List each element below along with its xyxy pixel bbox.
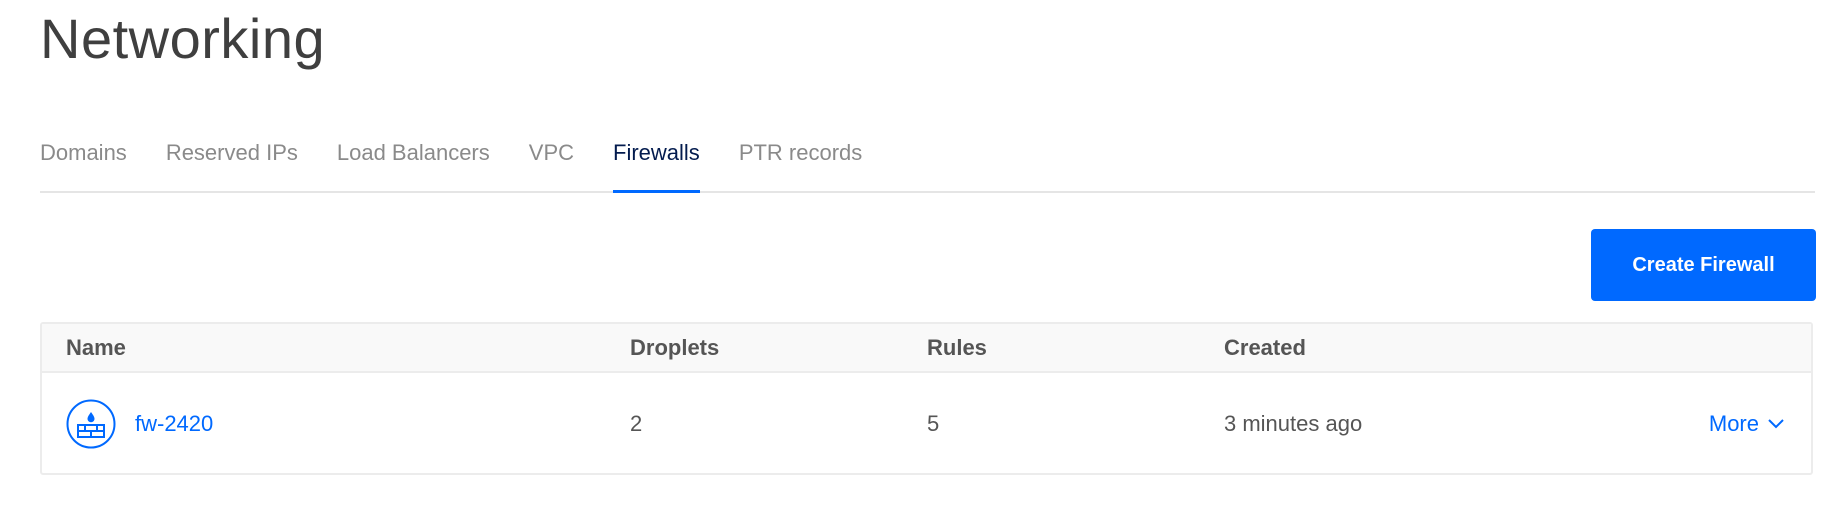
more-label: More bbox=[1708, 411, 1759, 436]
table-row: fw-2420 2 5 3 minutes ago More bbox=[42, 373, 1811, 474]
tab-load-balancers[interactable]: Load Balancers bbox=[337, 132, 490, 191]
create-firewall-button[interactable]: Create Firewall bbox=[1591, 229, 1816, 301]
chevron-down-icon bbox=[1767, 418, 1785, 430]
tab-reserved-ips[interactable]: Reserved IPs bbox=[166, 132, 298, 191]
firewall-name-link[interactable]: fw-2420 bbox=[135, 373, 213, 475]
table-header: Name Droplets Rules Created bbox=[42, 324, 1811, 373]
column-header-rules: Rules bbox=[927, 335, 987, 360]
networking-page: Networking Domains Reserved IPs Load Bal… bbox=[0, 0, 1848, 513]
firewall-icon bbox=[66, 399, 116, 449]
rules-count: 5 bbox=[927, 411, 940, 436]
more-menu-button[interactable]: More bbox=[1709, 373, 1785, 475]
tab-vpc[interactable]: VPC bbox=[529, 132, 574, 191]
column-header-created: Created bbox=[1224, 335, 1306, 360]
created-time: 3 minutes ago bbox=[1224, 411, 1363, 436]
droplets-count: 2 bbox=[630, 411, 643, 436]
tab-domains[interactable]: Domains bbox=[40, 132, 127, 191]
firewalls-table: Name Droplets Rules Created fw-2420 2 5 bbox=[40, 322, 1813, 475]
column-header-name: Name bbox=[66, 335, 126, 360]
column-header-droplets: Droplets bbox=[630, 335, 720, 360]
tab-firewalls[interactable]: Firewalls bbox=[613, 132, 700, 193]
networking-tabs: Domains Reserved IPs Load Balancers VPC … bbox=[40, 132, 1815, 193]
page-title: Networking bbox=[40, 7, 326, 70]
tab-ptr-records[interactable]: PTR records bbox=[739, 132, 862, 191]
